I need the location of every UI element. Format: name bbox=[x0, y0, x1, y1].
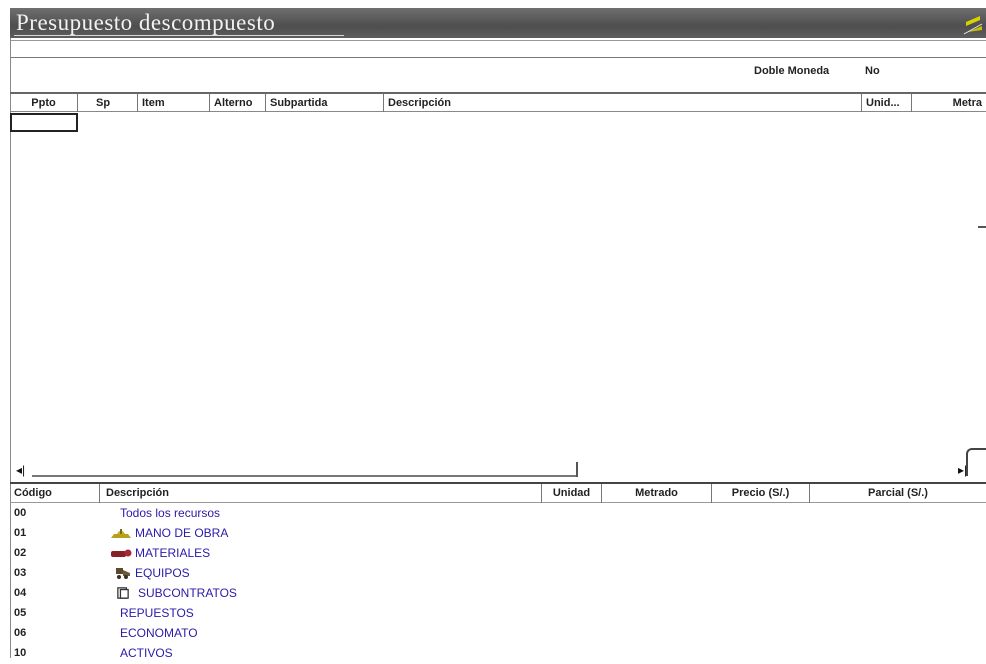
col-descripcion[interactable]: Descripción bbox=[384, 94, 862, 112]
resize-corner[interactable] bbox=[966, 448, 986, 476]
col-alterno[interactable]: Alterno bbox=[210, 94, 266, 112]
resource-code: 02 bbox=[14, 547, 27, 559]
col-ppto[interactable]: Ppto bbox=[10, 94, 78, 112]
budget-grid-body[interactable] bbox=[10, 113, 986, 458]
resources-list: 00 Todos los recursos 01 MANO DE OBRA 02… bbox=[10, 504, 610, 660]
doble-moneda-value[interactable]: No bbox=[865, 65, 880, 77]
col-item[interactable]: Item bbox=[138, 94, 210, 112]
title-underline bbox=[14, 35, 344, 36]
col-res-unidad[interactable]: Unidad bbox=[542, 484, 602, 503]
resource-description: SUBCONTRATOS bbox=[116, 586, 237, 600]
resource-code: 03 bbox=[14, 567, 27, 579]
resource-row[interactable]: 04 SUBCONTRATOS bbox=[10, 584, 610, 604]
resource-row[interactable]: 02 MATERIALES bbox=[10, 544, 610, 564]
resource-row[interactable]: 01 MANO DE OBRA bbox=[10, 524, 610, 544]
resource-code: 10 bbox=[14, 647, 27, 659]
col-res-descripcion[interactable]: Descripción bbox=[100, 484, 542, 503]
resource-code: 06 bbox=[14, 627, 27, 639]
col-res-parcial[interactable]: Parcial (S/.) bbox=[810, 484, 986, 503]
col-res-metrado[interactable]: Metrado bbox=[602, 484, 712, 503]
selected-cell[interactable] bbox=[10, 113, 78, 132]
col-codigo[interactable]: Código bbox=[10, 484, 100, 503]
resource-code: 01 bbox=[14, 527, 27, 539]
budget-grid-header: Ppto Sp Item Alterno Subpartida Descripc… bbox=[10, 92, 986, 112]
col-res-precio[interactable]: Precio (S/.) bbox=[712, 484, 810, 503]
resource-description: MANO DE OBRA bbox=[110, 526, 228, 540]
machine-icon bbox=[116, 568, 130, 579]
resource-description: REPUESTOS bbox=[120, 606, 194, 620]
scroll-track[interactable] bbox=[32, 475, 577, 477]
resource-row[interactable]: 03 EQUIPOS bbox=[10, 564, 610, 584]
document-icon bbox=[117, 587, 129, 599]
resource-row[interactable]: 10 ACTIVOS bbox=[10, 644, 610, 664]
col-sp[interactable]: Sp bbox=[78, 94, 138, 112]
window-title-bar: Presupuesto descompuesto bbox=[10, 8, 986, 38]
resource-row[interactable]: 06 ECONOMATO bbox=[10, 624, 610, 644]
resource-description: Todos los recursos bbox=[120, 506, 221, 520]
resource-row[interactable]: 00 Todos los recursos bbox=[10, 504, 610, 524]
horizontal-scrollbar[interactable]: ◂| ▸| bbox=[10, 458, 986, 480]
menu-strip bbox=[10, 38, 986, 58]
app-logo-icon bbox=[963, 16, 983, 35]
currency-row: Doble Moneda No bbox=[10, 62, 986, 84]
resource-row[interactable]: 05 REPUESTOS bbox=[10, 604, 610, 624]
resources-grid-header: Código Descripción Unidad Metrado Precio… bbox=[10, 482, 986, 503]
resource-code: 05 bbox=[14, 607, 27, 619]
resource-description: EQUIPOS bbox=[114, 566, 190, 580]
workers-icon bbox=[111, 529, 131, 538]
resource-description: ECONOMATO bbox=[120, 626, 198, 640]
resource-description: MATERIALES bbox=[110, 546, 210, 560]
doble-moneda-label: Doble Moneda bbox=[754, 65, 830, 77]
scroll-thumb-end[interactable] bbox=[576, 462, 578, 477]
pipe-icon bbox=[111, 549, 132, 557]
splitter-mark bbox=[978, 226, 986, 228]
col-subpartida[interactable]: Subpartida bbox=[266, 94, 384, 112]
col-unidad[interactable]: Unid... bbox=[862, 94, 912, 112]
col-metrado[interactable]: Metra bbox=[912, 94, 986, 112]
resource-code: 04 bbox=[14, 587, 27, 599]
resource-code: 00 bbox=[14, 507, 27, 519]
window-title: Presupuesto descompuesto bbox=[16, 10, 276, 35]
